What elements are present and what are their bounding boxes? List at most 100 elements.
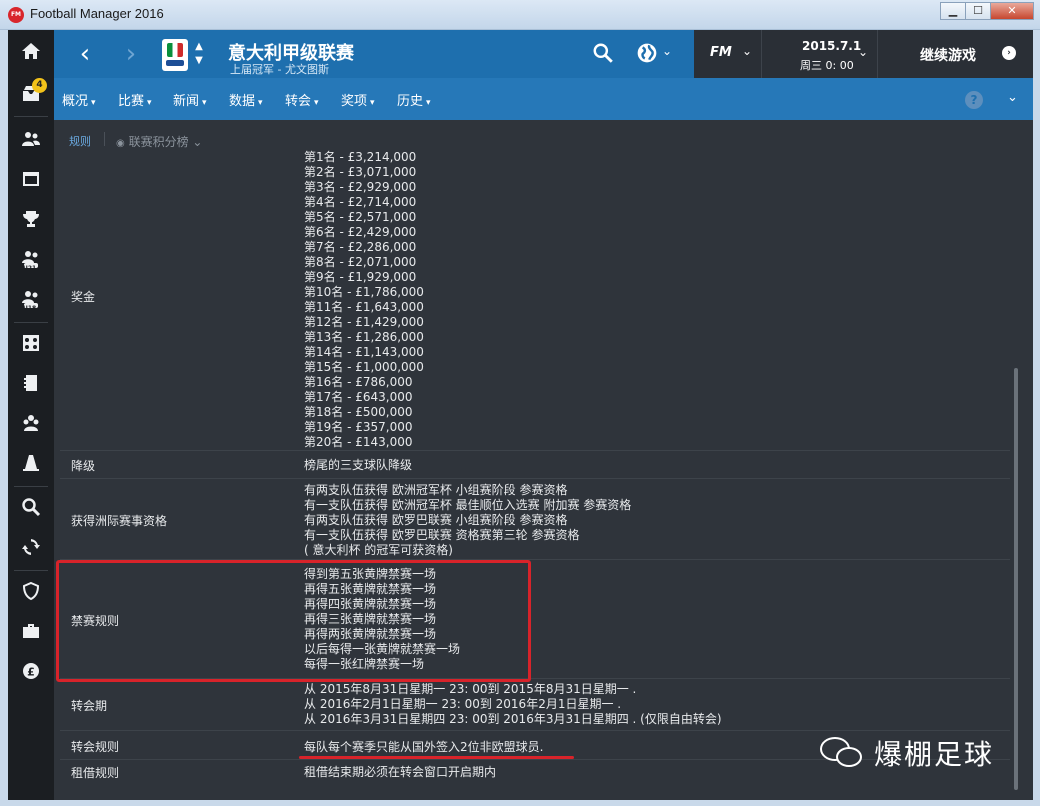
rule-value-transfer-window: 从 2015年8月31日星期一 23: 00到 2015年8月31日星期一 .从… [304,682,722,727]
fm-logo: FM [710,45,732,60]
prize-line: 第15名 - £1,000,000 [304,360,424,374]
header-top-bar: ‹ › ▲ ▼ 意大利甲级联赛 上届冠军 - 尤文图斯 ⌄ FM ⌄ 2015.7… [54,30,1033,78]
menu-label: 奖项 [341,94,368,109]
globe-icon[interactable] [636,42,658,68]
caret-down-icon: ▾ [147,98,152,108]
continue-label: 继续游戏 [920,48,976,64]
prize-line: 第18名 - £500,000 [304,405,413,419]
continental-line: ( 意大利杯 的冠军可获资格) [304,543,453,557]
subtab-league-table[interactable]: ◉ 联赛积分榜 ⌄ [116,133,202,150]
menu-label: 数据 [229,94,256,109]
briefcase-icon[interactable] [8,612,54,650]
u21-label: U21 [23,265,37,272]
rule-value-prize: 第1名 - £3,214,000 第2名 - £3,071,000 第3名 - £2… [304,150,424,450]
subtab-rules[interactable]: 规则 [69,133,91,149]
continental-line: 有一支队伍获得 欧罗巴联赛 资格赛第三轮 参赛资格 [304,528,580,542]
continental-line: 有一支队伍获得 欧洲冠军杯 最佳顺位入选赛 附加赛 参赛资格 [304,498,632,512]
transfer-icon[interactable] [8,528,54,566]
staff-icon[interactable] [8,404,54,442]
continental-line: 有两支队伍获得 欧罗巴联赛 小组赛阶段 参赛资格 [304,513,568,527]
calendar-date-button[interactable]: 2015.7.1 周三 0: 00 ⌄ [762,30,878,78]
scouting-search-icon[interactable] [8,488,54,526]
trophy-icon[interactable] [8,200,54,238]
transfer-rule-underline [299,756,574,759]
rule-label-transfer-rule: 转会规则 [71,740,120,754]
left-nav-rail: 4 U21 U18 £ [8,30,54,800]
close-button[interactable]: ✕ [990,2,1034,20]
prize-line: 第3名 - £2,929,000 [304,180,417,194]
prize-line: 第5名 - £2,571,000 [304,210,417,224]
finances-pound-icon[interactable]: £ [8,652,54,690]
rule-label-prize: 奖金 [71,290,96,304]
current-date: 2015.7.1 [802,39,862,53]
page-subtitle: 上届冠军 - 尤文图斯 [230,63,329,76]
menu-label: 新闻 [173,94,200,109]
notebook-icon[interactable] [8,364,54,402]
minimize-button[interactable]: ▁ [940,2,966,20]
globe-dropdown-chevron-icon[interactable]: ⌄ [662,44,672,58]
prize-line: 第8名 - £2,071,000 [304,255,417,269]
inbox-badge: 4 [32,78,47,93]
menu-news[interactable]: 新闻 ▾ [173,90,207,109]
window-titlebar: FM Football Manager 2016 ▁ ☐ ✕ [0,0,1040,30]
rail-divider [14,116,48,117]
help-icon[interactable]: ? [965,91,983,109]
prize-line: 第13名 - £1,286,000 [304,330,424,344]
current-day-time: 周三 0: 00 [800,59,854,72]
menu-history[interactable]: 历史 ▾ [397,90,431,109]
rail-divider [14,486,48,487]
home-icon[interactable] [8,32,54,70]
menu-overview[interactable]: 概况 ▾ [62,90,96,123]
prize-line: 第1名 - £3,214,000 [304,150,417,164]
prize-line: 第14名 - £1,143,000 [304,345,424,359]
maximize-button[interactable]: ☐ [965,2,991,20]
continue-game-button[interactable]: 继续游戏 › [878,30,1033,78]
fm-menu-button[interactable]: FM ⌄ [694,30,762,78]
vertical-scrollbar[interactable] [1014,368,1018,790]
window-title: Football Manager 2016 [30,6,164,21]
window-line: 从 2016年2月1日星期一 23: 00到 2016年2月1日星期一 . [304,697,622,711]
window-line: 从 2015年8月31日星期一 23: 00到 2015年8月31日星期一 . [304,682,637,696]
prize-line: 第19名 - £357,000 [304,420,413,434]
window-line: 从 2016年3月31日星期四 23: 00到 2016年3月31日星期四 . … [304,712,722,726]
watermark-text: 爆棚足球 [874,738,995,771]
prize-line: 第9名 - £1,929,000 [304,270,417,284]
prize-line: 第11名 - £1,643,000 [304,300,424,314]
subtab-divider [104,132,105,146]
schedule-icon[interactable] [8,160,54,198]
menu-awards[interactable]: 奖项 ▾ [341,90,375,109]
main-menu-bar: 概况 ▾ 比赛 ▾ 新闻 ▾ 数据 ▾ 转会 ▾ 奖项 ▾ 历史 ▾ ? ⌄ [54,78,1033,123]
prize-line: 第17名 - £643,000 [304,390,413,404]
menu-label: 比赛 [118,94,145,109]
u18-squad-icon[interactable]: U18 [8,280,54,318]
menu-label: 历史 [397,94,424,109]
prize-line: 第16名 - £786,000 [304,375,413,389]
menu-matches[interactable]: 比赛 ▾ [118,90,152,109]
training-cone-icon[interactable] [8,444,54,482]
caret-down-icon: ▾ [91,98,96,108]
row-divider [60,478,1010,479]
chevron-down-icon[interactable]: ⌄ [1007,90,1018,105]
rules-panel: 规则 ◉ 联赛积分榜 ⌄ 奖金 第1名 - £3,214,000 第2名 - £3… [54,120,1033,800]
rail-divider [14,570,48,571]
menu-transfers[interactable]: 转会 ▾ [285,90,319,109]
u21-squad-icon[interactable]: U21 [8,240,54,278]
search-icon[interactable] [592,42,614,68]
rule-value-loan: 租借结束期必须在转会窗口开启期内 [304,765,497,779]
league-switcher-arrows[interactable]: ▲ ▼ [193,40,205,68]
back-button[interactable]: ‹ [70,40,100,70]
app-icon: FM [8,7,24,23]
menu-stats[interactable]: 数据 ▾ [229,90,263,109]
prize-line: 第2名 - £3,071,000 [304,165,417,179]
forward-button[interactable]: › [116,40,146,70]
continental-line: 有两支队伍获得 欧洲冠军杯 小组赛阶段 参赛资格 [304,483,568,497]
chevron-down-icon: ⌄ [742,44,753,58]
inbox-icon[interactable]: 4 [8,74,54,112]
tactics-icon[interactable] [8,324,54,362]
squad-icon[interactable] [8,120,54,158]
caret-down-icon: ▾ [202,98,207,108]
prize-line: 第6名 - £2,429,000 [304,225,417,239]
caret-down-icon: ▾ [314,98,319,108]
chevron-down-icon: ⌄ [192,135,203,149]
club-crest-icon[interactable] [8,572,54,610]
